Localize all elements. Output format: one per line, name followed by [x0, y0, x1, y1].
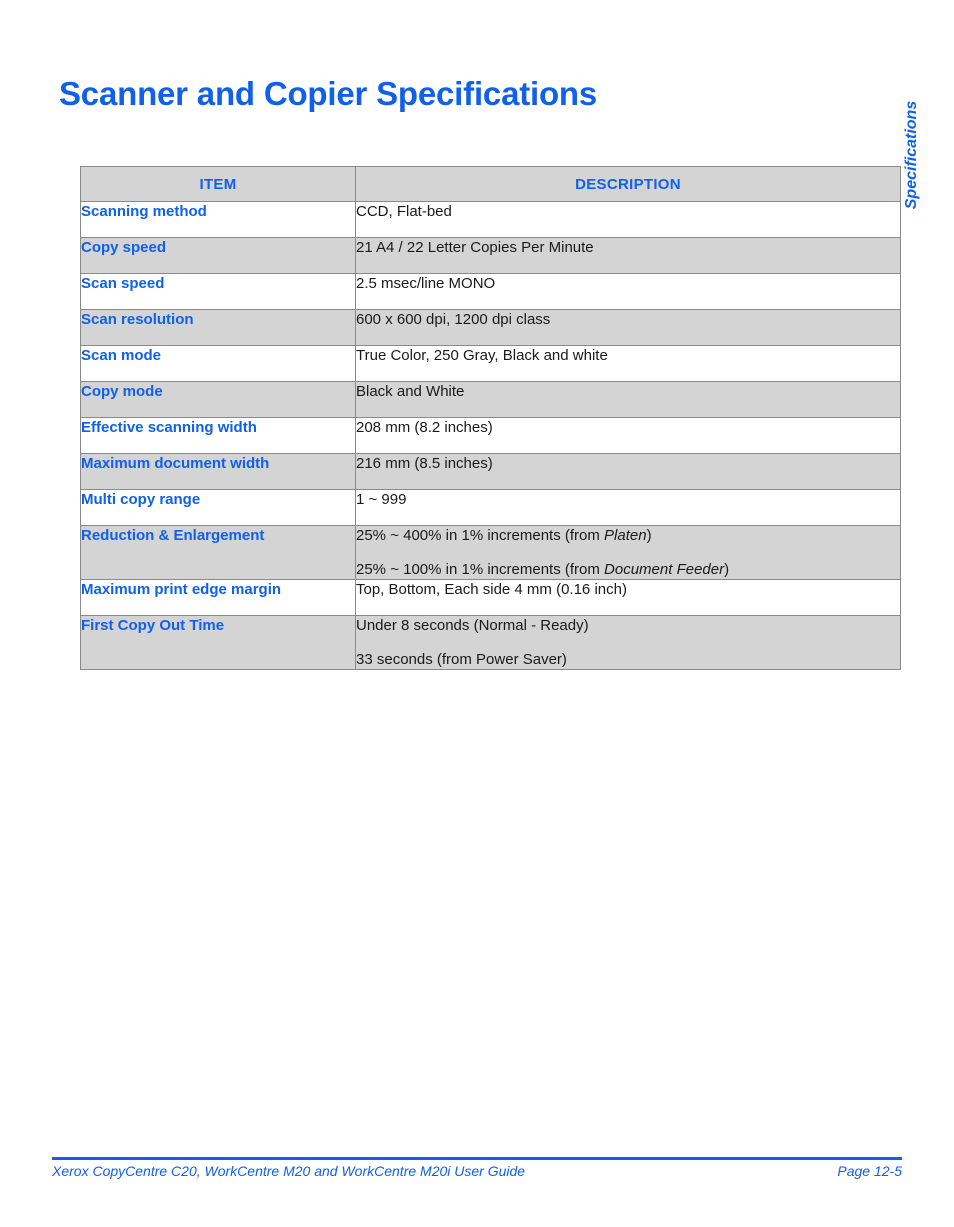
table-row: Scan speed 2.5 msec/line MONO: [80, 273, 901, 310]
table-row: Copy speed 21 A4 / 22 Letter Copies Per M…: [80, 237, 901, 274]
table-row: Effective scanning width 208 mm (8.2 inch…: [80, 417, 901, 454]
table-cell-item: Maximum print edge margin: [80, 579, 356, 616]
table-cell-description: True Color, 250 Gray, Black and white: [355, 345, 901, 382]
table-cell-item: Copy mode: [80, 381, 356, 418]
table-row: Reduction & Enlargement 25% ~ 400% in 1% …: [80, 525, 901, 580]
table-cell-description: 216 mm (8.5 inches): [355, 453, 901, 490]
table-header-row: ITEM DESCRIPTION: [80, 166, 901, 202]
table-cell-item: Scanning method: [80, 201, 356, 238]
table-header: ITEM DESCRIPTION: [80, 166, 901, 202]
side-tab-label: Specifications: [903, 100, 920, 210]
table-cell-description: 21 A4 / 22 Letter Copies Per Minute: [355, 237, 901, 274]
table-row: Multi copy range 1 ~ 999: [80, 489, 901, 526]
footer-guide-title: Xerox CopyCentre C20, WorkCentre M20 and…: [52, 1163, 526, 1179]
table-cell-description: Under 8 seconds (Normal - Ready) 33 secon…: [355, 615, 901, 670]
table-cell-description: 1 ~ 999: [355, 489, 901, 526]
table-row: Scanning method CCD, Flat-bed: [80, 201, 901, 238]
table-cell-description: CCD, Flat-bed: [355, 201, 901, 238]
specifications-table: ITEM DESCRIPTION Scanning method CCD, Fla…: [80, 166, 901, 670]
footer-page-number: Page 12-5: [837, 1163, 902, 1179]
table-body: Scanning method CCD, Flat-bed Copy speed 21…: [80, 201, 901, 670]
description-line: Top, Bottom, Each side 4 mm (0.16 inch): [356, 581, 627, 598]
description-line: Black and White: [356, 383, 465, 400]
table-cell-item: Scan mode: [80, 345, 356, 382]
description-line: 216 mm (8.5 inches): [356, 455, 493, 472]
page-title: Scanner and Copier Specifications: [59, 75, 598, 112]
description-line: Under 8 seconds (Normal - Ready): [356, 617, 589, 634]
description-line: 600 x 600 dpi, 1200 dpi class: [356, 311, 551, 328]
footer-divider: [52, 1157, 902, 1160]
table-cell-description: 2.5 msec/line MONO: [355, 273, 901, 310]
column-header-description: DESCRIPTION: [355, 166, 901, 202]
table-cell-description: 25% ~ 400% in 1% increments (from Platen…: [355, 525, 901, 580]
table-cell-item: Scan speed: [80, 273, 356, 310]
table-cell-item: Copy speed: [80, 237, 356, 274]
table-cell-item: Scan resolution: [80, 309, 356, 346]
column-header-item: ITEM: [80, 166, 356, 202]
table-cell-item: Multi copy range: [80, 489, 356, 526]
table-row: Maximum document width 216 mm (8.5 inches…: [80, 453, 901, 490]
table-row: First Copy Out Time Under 8 seconds (Norm…: [80, 615, 901, 670]
table-cell-item: First Copy Out Time: [80, 615, 356, 670]
table-cell-item: Maximum document width: [80, 453, 356, 490]
table-row: Scan mode True Color, 250 Gray, Black and…: [80, 345, 901, 382]
description-line: 25% ~ 400% in 1% increments (from Platen…: [356, 527, 652, 544]
table-cell-description: Top, Bottom, Each side 4 mm (0.16 inch): [355, 579, 901, 616]
description-line: 2.5 msec/line MONO: [356, 275, 496, 292]
table-cell-description: 600 x 600 dpi, 1200 dpi class: [355, 309, 901, 346]
table-cell-item: Effective scanning width: [80, 417, 356, 454]
table-cell-description: Black and White: [355, 381, 901, 418]
description-line: 25% ~ 100% in 1% increments (from Docume…: [356, 561, 730, 578]
table-cell-item: Reduction & Enlargement: [80, 525, 356, 580]
description-line: 208 mm (8.2 inches): [356, 419, 493, 436]
table-row: Scan resolution 600 x 600 dpi, 1200 dpi c…: [80, 309, 901, 346]
description-line: 1 ~ 999: [356, 491, 407, 508]
side-tab: Specifications: [898, 80, 926, 230]
description-line: 33 seconds (from Power Saver): [356, 651, 567, 668]
table-row: Maximum print edge margin Top, Bottom, Ea…: [80, 579, 901, 616]
table-cell-description: 208 mm (8.2 inches): [355, 417, 901, 454]
description-line: True Color, 250 Gray, Black and white: [356, 347, 608, 364]
table-row: Copy mode Black and White: [80, 381, 901, 418]
description-line: CCD, Flat-bed: [356, 203, 452, 220]
description-line: 21 A4 / 22 Letter Copies Per Minute: [356, 239, 594, 256]
page-footer: Xerox CopyCentre C20, WorkCentre M20 and…: [52, 1163, 902, 1185]
